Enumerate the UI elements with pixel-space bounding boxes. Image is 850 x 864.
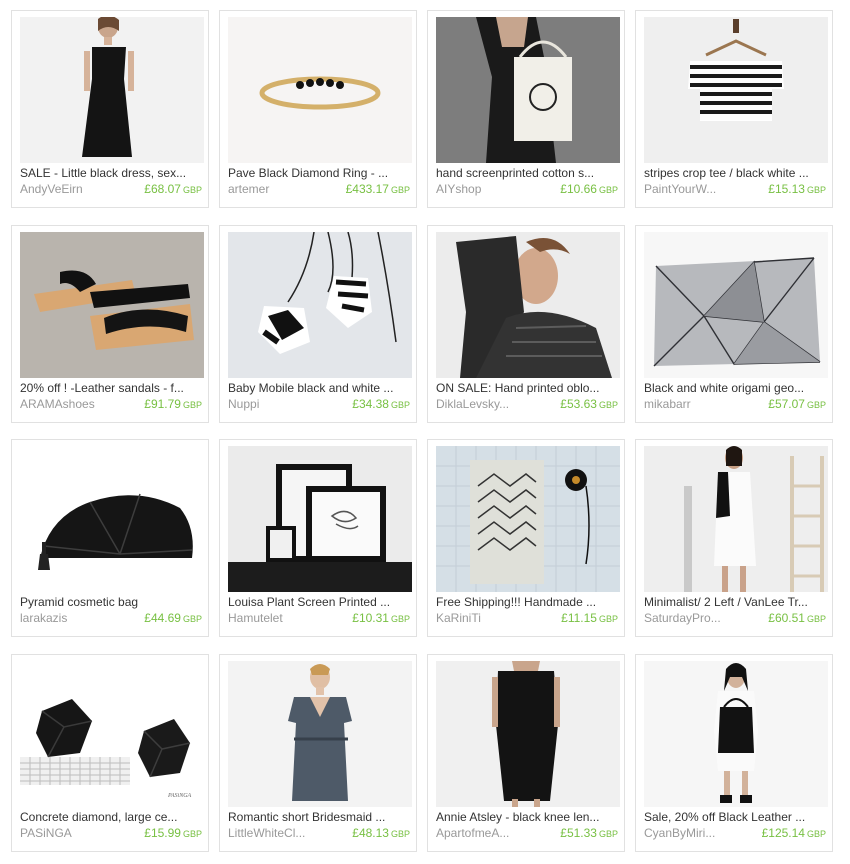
listing-title[interactable]: Baby Mobile black and white ...: [228, 380, 412, 396]
listing-card[interactable]: Black and white origami geo... mikabarr …: [635, 225, 833, 423]
listing-price: £48.13 GBP: [352, 826, 410, 840]
listing-title[interactable]: Free Shipping!!! Handmade ...: [436, 594, 620, 610]
listing-image[interactable]: [228, 446, 412, 592]
listing-title[interactable]: Romantic short Bridesmaid ...: [228, 809, 412, 825]
listing-card[interactable]: stripes crop tee / black white ... Paint…: [635, 10, 833, 208]
listing-image[interactable]: [228, 661, 412, 807]
listing-image[interactable]: [436, 17, 620, 163]
shop-name[interactable]: mikabarr: [644, 396, 748, 412]
listing-price: £44.69 GBP: [144, 611, 202, 625]
listing-title[interactable]: Black and white origami geo...: [644, 380, 828, 396]
listing-card[interactable]: Baby Mobile black and white ... Nuppi £3…: [219, 225, 417, 423]
listing-grid: SALE - Little black dress, sex... AndyVe…: [0, 0, 850, 864]
listing-image[interactable]: [644, 232, 828, 378]
listing-card[interactable]: Pyramid cosmetic bag larakazis £44.69 GBP: [11, 439, 209, 637]
listing-title[interactable]: Concrete diamond, large ce...: [20, 809, 204, 825]
listing-card[interactable]: Annie Atsley - black knee len... Apartof…: [427, 654, 625, 852]
shop-name[interactable]: artemer: [228, 181, 332, 197]
listing-price: £57.07 GBP: [768, 397, 826, 411]
listing-title[interactable]: Pave Black Diamond Ring - ...: [228, 165, 412, 181]
listing-image[interactable]: [20, 17, 204, 163]
listing-image[interactable]: [20, 446, 204, 592]
listing-title[interactable]: Annie Atsley - black knee len...: [436, 809, 620, 825]
listing-title[interactable]: 20% off ! -Leather sandals - f...: [20, 380, 204, 396]
shop-name[interactable]: PaintYourW...: [644, 181, 748, 197]
listing-card[interactable]: hand screenprinted cotton s... AIYshop £…: [427, 10, 625, 208]
listing-title[interactable]: ON SALE: Hand printed oblo...: [436, 380, 620, 396]
listing-price: £91.79 GBP: [144, 397, 202, 411]
listing-card[interactable]: PASiNGA Concrete diamond, large ce... PA…: [11, 654, 209, 852]
listing-title[interactable]: hand screenprinted cotton s...: [436, 165, 620, 181]
listing-image[interactable]: [436, 232, 620, 378]
listing-price: £11.15 GBP: [561, 611, 618, 625]
listing-price: £10.31 GBP: [352, 611, 410, 625]
shop-name[interactable]: Nuppi: [228, 396, 332, 412]
listing-card[interactable]: Pave Black Diamond Ring - ... artemer £4…: [219, 10, 417, 208]
listing-title[interactable]: Pyramid cosmetic bag: [20, 594, 204, 610]
shop-name[interactable]: KaRiniTi: [436, 610, 540, 626]
listing-image[interactable]: [228, 232, 412, 378]
shop-name[interactable]: ApartofmeA...: [436, 825, 540, 841]
listing-card[interactable]: Minimalist/ 2 Left / VanLee Tr... Saturd…: [635, 439, 833, 637]
listing-price: £34.38 GBP: [352, 397, 410, 411]
listing-price: £433.17 GBP: [345, 182, 410, 196]
shop-name[interactable]: CyanByMiri...: [644, 825, 748, 841]
listing-price: £60.51 GBP: [768, 611, 826, 625]
listing-price: £15.99 GBP: [144, 826, 202, 840]
listing-title[interactable]: Sale, 20% off Black Leather ...: [644, 809, 828, 825]
listing-image[interactable]: [228, 17, 412, 163]
listing-card[interactable]: Romantic short Bridesmaid ... LittleWhit…: [219, 654, 417, 852]
shop-name[interactable]: DiklaLevsky...: [436, 396, 540, 412]
shop-name[interactable]: ARAMAshoes: [20, 396, 124, 412]
listing-image[interactable]: [644, 17, 828, 163]
listing-price: £53.63 GBP: [560, 397, 618, 411]
listing-price: £125.14 GBP: [761, 826, 826, 840]
listing-card[interactable]: Sale, 20% off Black Leather ... CyanByMi…: [635, 654, 833, 852]
shop-name[interactable]: Hamutelet: [228, 610, 332, 626]
listing-price: £15.13 GBP: [768, 182, 826, 196]
listing-title[interactable]: Louisa Plant Screen Printed ...: [228, 594, 412, 610]
listing-image[interactable]: [436, 661, 620, 807]
listing-card[interactable]: ON SALE: Hand printed oblo... DiklaLevsk…: [427, 225, 625, 423]
listing-title[interactable]: SALE - Little black dress, sex...: [20, 165, 204, 181]
listing-card[interactable]: Louisa Plant Screen Printed ... Hamutele…: [219, 439, 417, 637]
shop-name[interactable]: SaturdayPro...: [644, 610, 748, 626]
listing-card[interactable]: 20% off ! -Leather sandals - f... ARAMAs…: [11, 225, 209, 423]
listing-card[interactable]: Free Shipping!!! Handmade ... KaRiniTi £…: [427, 439, 625, 637]
listing-title[interactable]: Minimalist/ 2 Left / VanLee Tr...: [644, 594, 828, 610]
listing-image[interactable]: PASiNGA: [20, 661, 204, 807]
listing-price: £68.07 GBP: [144, 182, 202, 196]
shop-name[interactable]: AIYshop: [436, 181, 540, 197]
shop-name[interactable]: PASiNGA: [20, 825, 124, 841]
listing-price: £10.66 GBP: [560, 182, 618, 196]
listing-price: £51.33 GBP: [560, 826, 618, 840]
listing-image[interactable]: [436, 446, 620, 592]
shop-name[interactable]: AndyVeEirn: [20, 181, 124, 197]
shop-name[interactable]: LittleWhiteCl...: [228, 825, 332, 841]
listing-card[interactable]: SALE - Little black dress, sex... AndyVe…: [11, 10, 209, 208]
listing-image[interactable]: [644, 446, 828, 592]
listing-image[interactable]: [644, 661, 828, 807]
pasinga-signature: PASiNGA: [167, 793, 192, 799]
shop-name[interactable]: larakazis: [20, 610, 124, 626]
listing-title[interactable]: stripes crop tee / black white ...: [644, 165, 828, 181]
listing-image[interactable]: [20, 232, 204, 378]
